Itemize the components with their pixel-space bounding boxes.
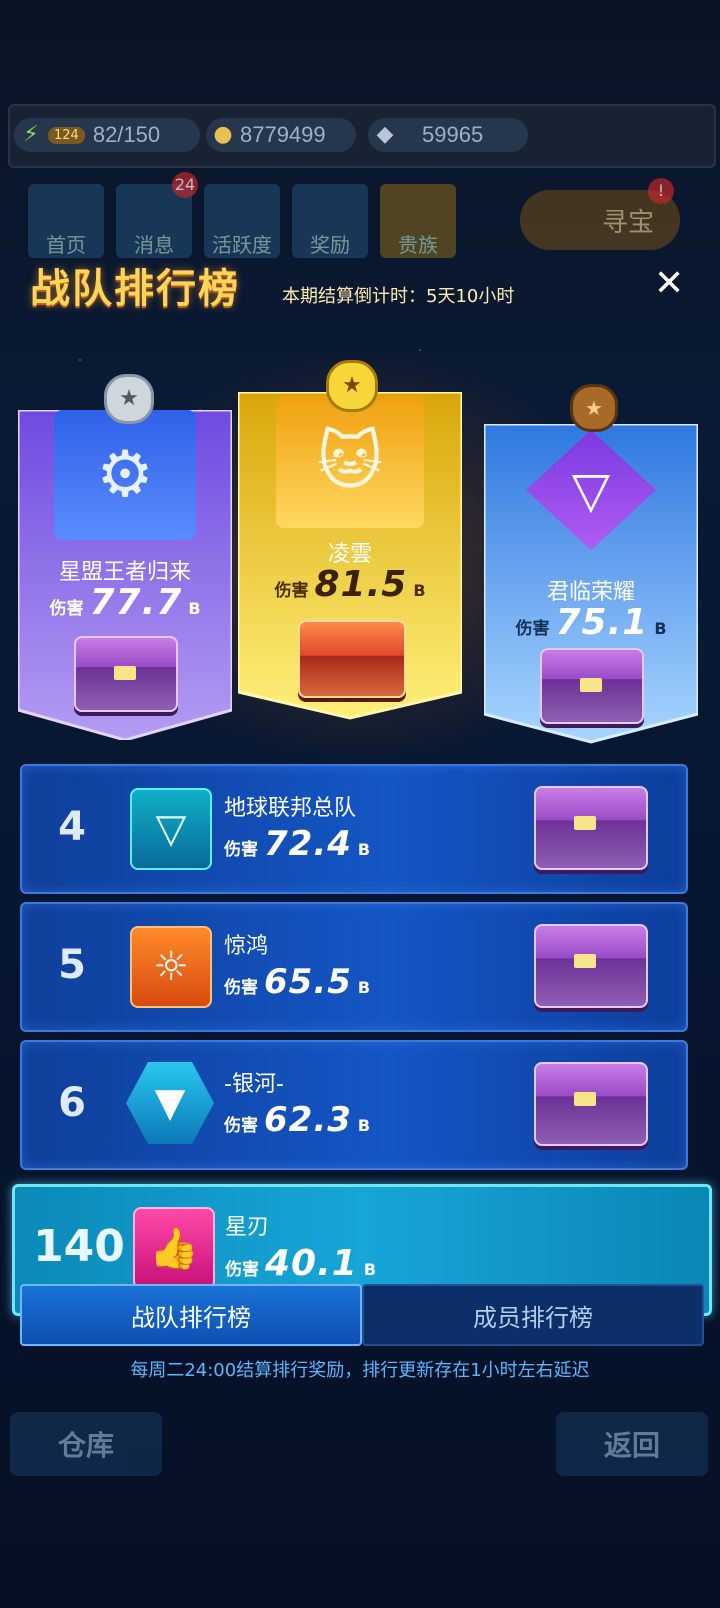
team-emblem-triangle-icon: ▽ [130,788,212,870]
row-damage: 伤害 62.3 B [224,1100,370,1140]
gold-medal-icon: ★ [326,360,378,412]
bronze-medal-icon: ★ [570,384,618,432]
podium-rank-1[interactable]: 🐱 ★ 凌雲 伤害 81.5 B [238,360,462,722]
ranking-row[interactable]: 5 ☼ 惊鸿 伤害 65.5 B [20,902,688,1032]
reward-chest-icon[interactable] [534,924,648,1008]
energy-resource[interactable]: ⚡ 124 82/150 [14,118,200,152]
tab-team-ranking[interactable]: 战队排行榜 [20,1284,362,1346]
lightning-icon: ⚡ [23,122,39,147]
back-label: 返回 [603,1429,660,1462]
close-icon: ✕ [654,263,685,304]
team-emblem-wings-icon: ▼ [126,1062,214,1144]
nav-home-button[interactable]: 首页 [28,184,104,258]
nav-noble-button[interactable]: 贵族 [380,184,456,258]
silver-medal-icon: ★ [104,374,154,424]
nav-home-label: 首页 [46,233,86,257]
podium-2-damage: 伤害 77.7 B [18,582,232,623]
warehouse-button[interactable]: 仓库 [10,1412,162,1476]
energy-value: 82/150 [92,122,161,147]
reward-chest-gold-icon[interactable] [298,620,406,698]
countdown: 本期结算倒计时：5天10小时 [282,282,514,308]
countdown-value: 5天10小时 [426,286,515,307]
damage-value: 77.7 [89,582,183,623]
damage-unit: B [654,619,667,638]
my-team-name: 星刃 [225,1215,270,1240]
mail-badge: 24 [172,172,198,198]
damage-value: 72.4 [264,824,352,864]
damage-unit: B [357,978,371,997]
ranking-row[interactable]: 4 ▽ 地球联邦总队 伤害 72.4 B [20,764,688,894]
row-team-name: 惊鸿 [224,934,269,959]
tab-member-ranking[interactable]: 成员排行榜 [362,1284,704,1346]
row-team-name: -银河- [224,1072,284,1097]
row-team-name: 地球联邦总队 [224,796,357,821]
team-emblem-robot-icon: ⚙ [54,410,196,540]
team-emblem-sun-icon: ☼ [130,926,212,1008]
nav-reward-label: 奖励 [310,233,350,257]
damage-value: 62.3 [264,1100,352,1140]
energy-level: 124 [48,126,85,144]
damage-label: 伤害 [225,1260,259,1280]
gold-resource[interactable]: ● 8779499 [206,118,356,152]
damage-label: 伤害 [274,581,309,601]
diamond-value: 59965 [422,122,484,147]
damage-unit: B [363,1260,377,1279]
treasure-badge: ! [648,178,674,204]
tab-member-label: 成员排行榜 [473,1303,593,1332]
gold-coin-icon: ● [213,122,233,147]
damage-value: 65.5 [264,962,352,1002]
damage-label: 伤害 [515,619,550,639]
countdown-label: 本期结算倒计时： [282,286,426,307]
nav-mail-label: 消息 [134,233,174,257]
diamond-resource[interactable]: ◆ 59965 [368,118,528,152]
damage-unit: B [413,581,426,600]
row-rank: 4 [58,804,86,850]
damage-unit: B [188,599,201,618]
row-rank: 5 [58,942,86,988]
damage-label: 伤害 [49,599,84,619]
nav-reward-button[interactable]: 奖励 [292,184,368,258]
damage-label: 伤害 [224,1116,258,1136]
tab-team-label: 战队排行榜 [131,1303,251,1332]
row-rank: 6 [58,1080,86,1126]
damage-value: 40.1 [265,1243,358,1284]
podium-1-damage: 伤害 81.5 B [238,564,462,605]
podium-rank-2[interactable]: ⚙ ★ 星盟王者归来 伤害 77.7 B [18,374,232,740]
row-damage: 伤害 65.5 B [224,962,370,1002]
team-emblem-thumbs-up-icon: 👍 [133,1207,215,1289]
nav-noble-label: 贵族 [398,233,438,257]
settlement-note: 每周二24:00结算排行奖励，排行更新存在1小时左右延迟 [130,1360,590,1381]
podium-rank-3[interactable]: ▽ ★ 君临荣耀 伤害 75.1 B [484,384,698,744]
warehouse-label: 仓库 [57,1429,114,1462]
damage-unit: B [357,840,371,859]
damage-label: 伤害 [224,840,258,860]
panel-title: 战队排行榜 [30,266,240,312]
damage-value: 81.5 [314,564,408,605]
row-damage: 伤害 72.4 B [224,824,370,864]
reward-chest-icon[interactable] [540,648,644,724]
my-rank: 140 [33,1221,125,1272]
reward-chest-icon[interactable] [534,786,648,870]
damage-label: 伤害 [224,978,258,998]
treasure-label: 寻宝 [601,207,654,238]
podium-3-damage: 伤害 75.1 B [484,602,698,643]
team-emblem-cat-icon: 🐱 [276,396,424,528]
close-button[interactable]: ✕ [654,266,684,302]
damage-value: 75.1 [555,602,649,643]
nav-activity-button[interactable]: 活跃度 [204,184,280,258]
nav-activity-label: 活跃度 [212,233,272,257]
gold-value: 8779499 [240,122,326,147]
reward-chest-icon[interactable] [534,1062,648,1146]
diamond-icon: ◆ [376,122,394,147]
reward-chest-icon[interactable] [74,636,178,712]
ranking-row[interactable]: 6 ▼ -银河- 伤害 62.3 B [20,1040,688,1170]
my-damage: 伤害 40.1 B [225,1243,376,1284]
back-button[interactable]: 返回 [556,1412,708,1476]
damage-unit: B [357,1116,371,1135]
